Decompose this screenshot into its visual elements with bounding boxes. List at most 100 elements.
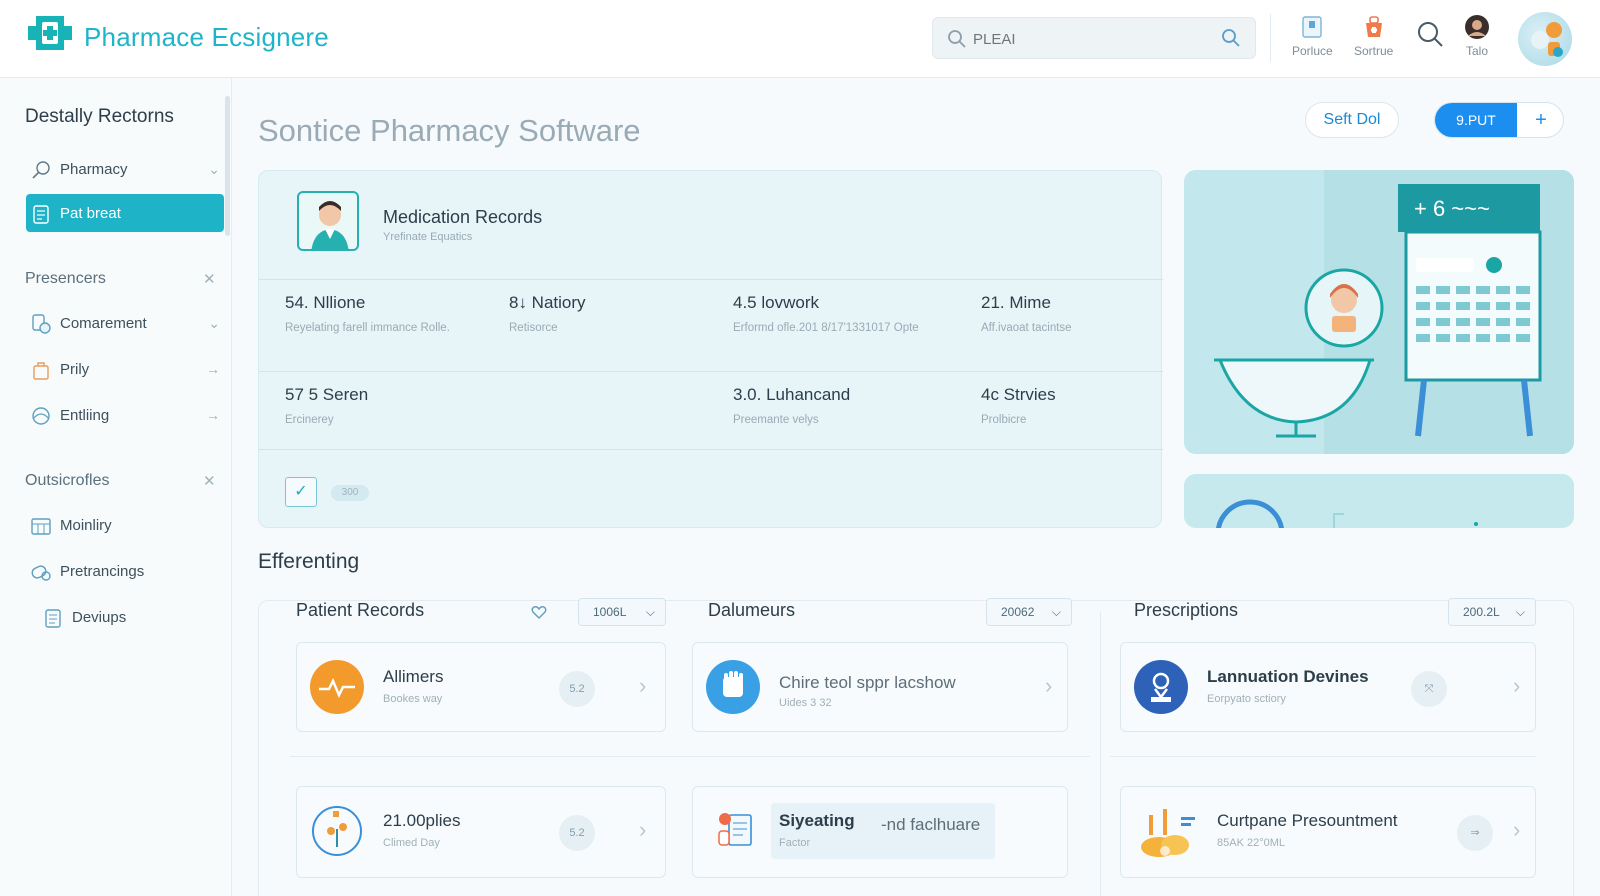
header-search-button[interactable] [1416,20,1444,51]
app-title: Pharmace Ecsignere [84,22,329,52]
stat-value: 3.0. Luhancand [733,385,851,404]
check-icon[interactable]: ✓ [285,477,317,507]
card-subtitle: Eorpyato sctiory [1207,693,1286,705]
sidebar-item-label: Entliing [60,407,110,424]
medication-title: Medication Records [383,207,543,227]
prescriptions-select[interactable]: 200.2L ⌵ [1448,598,1536,626]
add-icon[interactable]: + [1517,103,1563,137]
hand-glove-icon [706,660,760,714]
search-submit-icon[interactable] [1221,28,1241,48]
card-badge: ⤧ [1411,671,1447,707]
decorative-graphic-icon [1184,474,1574,528]
location-pin-icon [1134,660,1188,714]
card-title: Allimers [383,667,444,686]
stat-item: 21. Mime Aff.ivaoat tacintse [981,293,1151,337]
page-title: Sontice Pharmacy Software [258,113,641,148]
divider [259,279,1163,280]
chevron-down-icon: ⌄ [208,315,220,331]
sidebar-scrollbar[interactable] [225,96,230,236]
dalumeurs-select[interactable]: 20062 ⌵ [986,598,1072,626]
close-icon[interactable]: ✕ [203,270,216,288]
header-user-button[interactable]: Talo [1464,14,1490,58]
pharmacy-scene-icon: + 6 ~~~ [1184,170,1574,454]
notes-icon [45,609,61,628]
sidebar-item-comarement[interactable]: Comarement ⌄ [26,304,224,342]
sidebar-section-heading: Outsicrofles [25,472,110,489]
clipboard-icon [1302,16,1323,38]
stat-desc: Ercinerey [285,414,334,426]
column-title: Dalumeurs [708,600,796,620]
sidebar-item-pat-breat[interactable]: Pat breat [26,194,224,232]
sidebar-item-label: Deviups [72,609,127,626]
stat-item: 4.5 lovwork Erformd ofle.201 8/17'133101… [733,293,933,337]
card-siyeating[interactable]: Siyeating -nd faclhuare Factor [692,786,1068,878]
heartbeat-icon [310,660,364,714]
chevron-down-icon: ⌵ [1515,605,1525,619]
pharmacy-logo-icon [28,16,72,50]
select-value: 20062 [1001,605,1035,619]
arrow-right-icon: → [206,407,220,423]
user-avatar-icon [1465,15,1489,39]
sidebar-item-pretrancings[interactable]: Pretrancings [26,552,224,590]
stat-desc: Reyelating farell immance Rolle. [285,322,450,334]
column-divider [1100,612,1101,896]
card-subtitle: 85AK 22°0ML [1217,837,1285,849]
card-subtitle: Uides 3 32 [779,697,832,709]
sidebar-item-entliing[interactable]: Entliing → [26,396,224,434]
card-supplies[interactable]: 21.00plies Climed Day 5.2 › [296,786,666,878]
sidebar-item-pharmacy[interactable]: Pharmacy ⌄ [26,150,224,188]
card-subtitle: Climed Day [383,837,440,849]
doctor-icon [311,201,349,249]
header-button-porluce[interactable]: Porluce [1292,14,1333,58]
arrow-right-icon: → [206,361,220,377]
chevron-right-icon[interactable]: › [639,673,646,699]
coins-chart-icon [1141,809,1195,857]
select-value: 1006L [593,605,627,619]
sidebar-item-label: Pat breat [60,205,121,222]
patient-records-select[interactable]: 1006L ⌵ [578,598,666,626]
put-button[interactable]: 9.PUT [1435,103,1517,137]
card-subtitle: Factor [779,837,811,849]
sidebar-item-moinliry[interactable]: Moinliry [26,506,224,544]
section-title: Efferenting [258,550,360,573]
chevron-right-icon[interactable]: › [1513,817,1520,843]
search-icon [1418,22,1443,47]
chevron-right-icon[interactable]: › [1513,673,1520,699]
stat-item: 4c Strvies Prolbicre [981,385,1151,429]
stat-value: 54. Nllione [285,293,366,312]
chevron-right-icon[interactable]: › [1045,673,1052,699]
gauge-plant-icon [312,806,362,856]
chevron-down-icon: ⌵ [645,605,655,619]
chevron-right-icon[interactable]: › [639,817,646,843]
search-input[interactable] [973,27,1203,51]
sidebar-item-prily[interactable]: Prily → [26,350,224,388]
stat-item: 8↓ Natiory Retisorce [509,293,689,337]
card-chire[interactable]: Chire teol sppr lacshow Uides 3 32 › [692,642,1068,732]
stat-item: 57 5 Seren Ercinerey [285,385,485,429]
card-badge: 5.2 [559,671,595,707]
card-title: 21.00plies [383,811,461,830]
self-dol-button[interactable]: Seft Dol [1305,102,1399,138]
column-title: Prescriptions [1134,600,1239,620]
card-curtpane[interactable]: Curtpane Presountment 85AK 22°0ML ⇒ › [1120,786,1536,878]
profile-avatar[interactable] [1518,12,1572,66]
sidebar-item-label: Comarement [60,315,147,332]
header-button-sortrue[interactable]: Sortrue [1354,14,1393,58]
medical-cross-icon [32,407,50,425]
medication-subtitle: Yrefinate Equatics [383,231,473,243]
search-box[interactable] [932,17,1256,59]
card-lannuation-devines[interactable]: Lannuation Devines Eorpyato sctiory ⤧ › [1120,642,1536,732]
card-allimers[interactable]: Allimers Bookes way 5.2 › [296,642,666,732]
sidebar-section-heading: Presencers [25,270,106,287]
header-button-label: Porluce [1292,44,1333,58]
stat-value: 21. Mime [981,293,1051,312]
chevron-down-icon: ⌄ [208,161,220,177]
close-icon[interactable]: ✕ [203,472,216,490]
sidebar-item-deviups[interactable]: Deviups [38,598,236,636]
row-divider [1110,756,1536,757]
heart-icon[interactable] [531,604,547,620]
pills-icon [31,565,51,581]
count-pill: 300 [331,485,369,501]
row-divider [290,756,1090,757]
stat-desc: Erformd ofle.201 8/17'1331017 Opte [733,322,919,334]
